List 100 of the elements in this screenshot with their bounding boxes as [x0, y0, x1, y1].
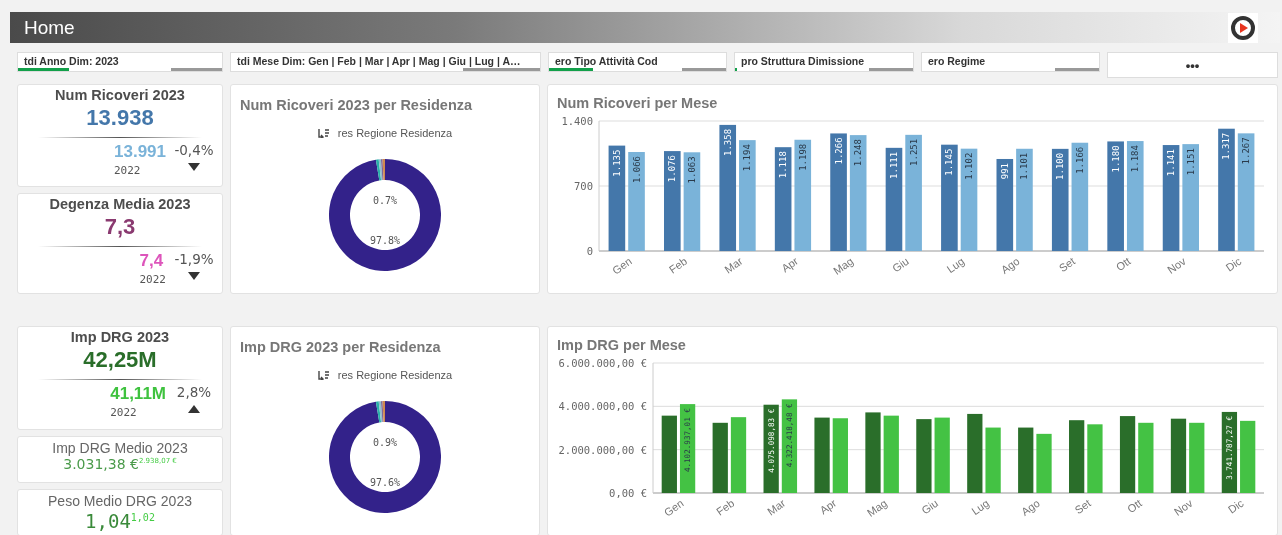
value-label: 1.198: [797, 143, 808, 171]
filter-pane[interactable]: tdi Anno Dim: 2023: [17, 52, 223, 72]
bar: [1036, 433, 1052, 493]
filter-pane[interactable]: ero Regime: [921, 52, 1100, 72]
page-title: Home: [24, 16, 75, 39]
kpi-value: 42,25M: [83, 347, 157, 373]
kpi-value: 13.938: [86, 105, 154, 131]
more-button[interactable]: •••: [1107, 52, 1278, 78]
category-label: Ott: [1113, 254, 1133, 274]
value-label: 1.101: [1019, 152, 1030, 180]
bar: [1018, 427, 1034, 493]
category-label: Mar: [722, 254, 745, 276]
axis-label: 0: [586, 245, 593, 257]
bar: [1138, 422, 1154, 493]
value-label: 1.100: [1055, 152, 1066, 180]
kpi-value: 1,04$^{1,02}$: [85, 510, 155, 532]
value-label: 1.266: [833, 137, 844, 165]
category-label: Gen: [609, 254, 634, 277]
bar: [1189, 422, 1205, 493]
kpi-title: Imp DRG Medio 2023: [52, 440, 188, 456]
category-label: Lug: [969, 496, 992, 518]
change-percent: -0,4%: [174, 142, 214, 158]
value-label: 1.111: [889, 151, 899, 179]
value-label: 1.184: [1130, 145, 1141, 173]
kpi-title: Peso Medio DRG 2023: [48, 493, 192, 509]
category-label: Set: [1072, 496, 1093, 517]
category-label: Gen: [661, 496, 686, 519]
bar: [985, 427, 1001, 493]
value-label: 1.102: [964, 152, 974, 180]
value-label: 1.066: [631, 156, 642, 184]
bar: [712, 422, 728, 493]
category-label: Apr: [817, 496, 839, 517]
category-label: Feb: [666, 254, 690, 276]
category-label: Mag: [831, 254, 856, 277]
axis-label: 2.000.000,00 €: [558, 443, 647, 456]
category-label: Feb: [714, 496, 737, 518]
category-label: Apr: [779, 254, 801, 275]
legend-label: res Regione Residenza: [337, 127, 453, 139]
sort-icon[interactable]: [317, 128, 330, 138]
value-label: 1.267: [1241, 137, 1252, 165]
comparison-year: 2022: [110, 406, 137, 419]
category-label: Ago: [1019, 496, 1042, 518]
comparison-value: 7,4: [139, 251, 164, 271]
comparison-value: 13.991: [114, 142, 166, 162]
value-label: 991: [999, 163, 1010, 180]
value-label: 1.141: [1166, 149, 1177, 177]
value-label: 1.076: [667, 155, 678, 183]
value-label: 1.135: [611, 149, 622, 177]
axis-label: 700: [574, 180, 593, 192]
axis-label: 1.400: [561, 115, 593, 127]
kpi-value: 7,3: [104, 214, 136, 240]
change-percent: -1,9%: [174, 251, 214, 267]
change-percent: 2,8%: [176, 384, 212, 400]
kpi-title: Imp DRG 2023: [70, 329, 170, 345]
value-label: 1.166: [1074, 146, 1085, 174]
category-label: Giu: [919, 496, 941, 517]
play-icon[interactable]: [1228, 12, 1258, 43]
category-label: Dic: [1223, 254, 1244, 274]
slice-label: 97.6%: [368, 477, 402, 488]
kpi-title: Num Ricoveri 2023: [55, 87, 185, 103]
category-label: Set: [1056, 254, 1078, 275]
value-label: 1.151: [1185, 148, 1196, 176]
category-label: Dic: [1225, 496, 1246, 516]
chart-title: Imp DRG per Mese: [557, 337, 687, 353]
axis-label: 0,00 €: [609, 487, 647, 499]
category-label: Giu: [890, 254, 911, 275]
value-label: 1.063: [686, 156, 697, 184]
filter-pane[interactable]: tdi Mese Dim: Gen | Feb | Mar | Apr | Mag | Giu | Lug | A…: [230, 52, 541, 72]
category-label: Lug: [944, 254, 967, 276]
axis-label: 6.000.000,00 €: [558, 357, 647, 369]
value-label: 1.194: [742, 144, 753, 172]
chart-title: Imp DRG 2023 per Residenza: [240, 339, 441, 355]
legend-label: res Regione Residenza: [337, 369, 453, 381]
filter-pane[interactable]: pro Struttura Dimissione: [734, 52, 914, 72]
category-label: Mag: [864, 496, 890, 519]
slice-label: 0.9%: [371, 437, 399, 448]
comparison-year: 2022: [114, 164, 141, 177]
comparison-year: 2022: [139, 273, 166, 286]
value-label: 1.180: [1110, 145, 1121, 173]
kpi-title: Degenza Media 2023: [49, 196, 191, 212]
value-label: 1.118: [778, 151, 789, 179]
category-label: Ago: [998, 254, 1022, 276]
value-label: 1.251: [908, 138, 919, 166]
value-label: 1.145: [944, 148, 955, 176]
chart-title: Num Ricoveri 2023 per Residenza: [240, 97, 473, 113]
axis-label: 4.000.000,00 €: [558, 400, 647, 413]
category-label: Mar: [765, 496, 788, 518]
category-label: Ott: [1124, 496, 1144, 516]
value-label: 1.248: [853, 139, 864, 167]
sort-icon[interactable]: [317, 370, 330, 380]
chart-title: Num Ricoveri per Mese: [557, 95, 719, 111]
category-label: Nov: [1171, 496, 1195, 518]
category-label: Nov: [1165, 254, 1188, 276]
slice-label: 0.7%: [371, 195, 399, 206]
slice-label: 97.8%: [368, 235, 402, 246]
comparison-value: 41,11M: [110, 384, 166, 404]
filter-pane[interactable]: ero Tipo Attività Cod: [548, 52, 727, 72]
value-label: 1.317: [1221, 132, 1232, 160]
bar: [1087, 424, 1103, 493]
kpi-value: 3.031,38 €$^{2.938,07 €}$: [63, 456, 177, 472]
